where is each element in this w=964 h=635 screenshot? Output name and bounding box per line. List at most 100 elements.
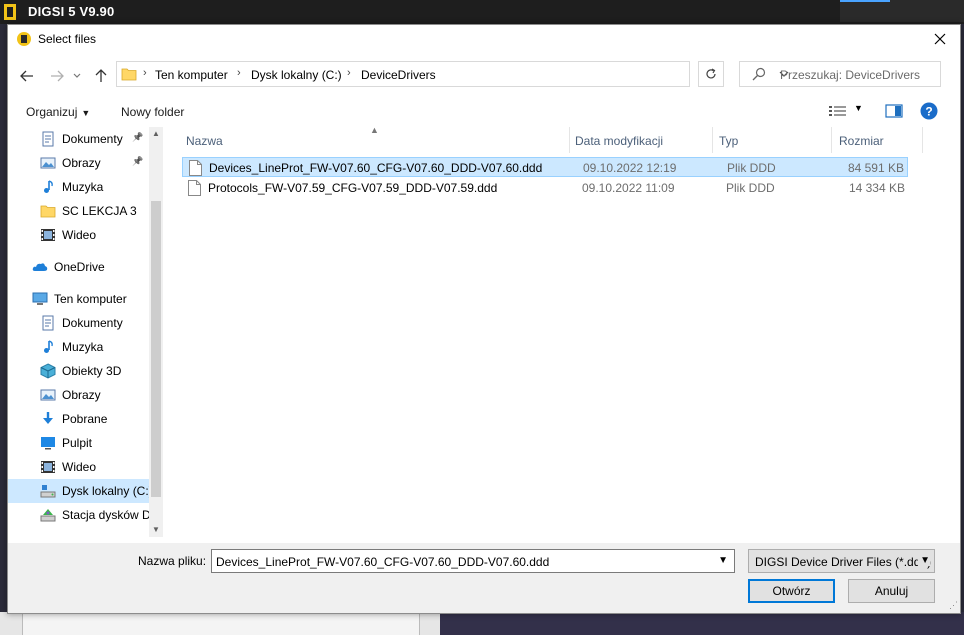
navigation-scrollbar[interactable]: ▲ ▼ [149, 127, 163, 537]
file-row[interactable]: Protocols_FW-V07.59_CFG-V07.59_DDD-V07.5… [182, 178, 908, 198]
column-divider[interactable] [922, 127, 923, 153]
chevron-down-icon: ▼ [918, 555, 930, 566]
help-icon[interactable]: ? [920, 102, 938, 120]
sidebar-item[interactable]: Dokumenty 📌 [8, 127, 149, 151]
column-header-type[interactable]: Typ [713, 127, 831, 153]
sidebar-item[interactable]: Pobrane [8, 407, 149, 431]
breadcrumb-local-disk[interactable]: Dysk lokalny (C:) [251, 68, 342, 82]
sidebar-item[interactable]: Pulpit [8, 431, 149, 455]
sidebar-item-label: Pulpit [62, 436, 93, 450]
scroll-down-icon[interactable]: ▼ [152, 525, 160, 534]
file-type-select[interactable]: DIGSI Device Driver Files (*.ddd) ▼ [748, 549, 935, 573]
organize-menu-button[interactable]: Organizuj ▼ [26, 105, 90, 119]
sidebar-item[interactable]: Wideo [8, 223, 149, 247]
sidebar-item[interactable]: Stacja dysków DVD [8, 503, 149, 527]
sidebar-item[interactable]: Muzyka [8, 175, 149, 199]
folder-icon [121, 68, 137, 81]
sidebar-item-label: Dokumenty [62, 316, 123, 330]
arrow-left-icon [20, 70, 33, 82]
preview-pane-icon[interactable] [885, 103, 903, 119]
sidebar-item-label: OneDrive [54, 260, 105, 274]
up-button[interactable] [90, 65, 112, 87]
chevron-down-icon [73, 73, 81, 78]
open-button[interactable]: Otwórz [748, 579, 835, 603]
column-type-label: Typ [719, 134, 739, 148]
folder-icon [40, 205, 56, 218]
computer-icon [32, 292, 48, 305]
background-window [0, 612, 964, 635]
breadcrumb-separator: › [347, 67, 351, 79]
sidebar-item-label: Wideo [62, 460, 97, 474]
sidebar-item-label: Obrazy [62, 156, 101, 170]
file-type-value: DIGSI Device Driver Files (*.ddd) [755, 555, 932, 569]
file-name: Protocols_FW-V07.59_CFG-V07.59_DDD-V07.5… [208, 181, 498, 195]
sidebar-item[interactable]: SC LEKCJA 3 [8, 199, 149, 223]
column-header-modified[interactable]: Data modyfikacji [570, 127, 712, 153]
pictures-icon [40, 389, 56, 401]
close-icon [934, 33, 946, 45]
dialog-footer: Nazwa pliku: Devices_LineProt_FW-V07.60_… [8, 543, 960, 613]
chevron-down-icon[interactable]: ▼ [718, 555, 728, 566]
arrow-right-icon [51, 70, 64, 82]
filename-input[interactable]: Devices_LineProt_FW-V07.60_CFG-V07.60_DD… [211, 549, 735, 573]
sidebar-item[interactable]: OneDrive [8, 255, 149, 279]
sidebar-item[interactable]: Obrazy [8, 383, 149, 407]
resize-grip-icon[interactable]: ⋰ [949, 600, 958, 611]
sidebar-item[interactable]: Obrazy 📌 [8, 151, 149, 175]
new-folder-button[interactable]: Nowy folder [121, 105, 184, 119]
column-header-size[interactable]: Rozmiar [832, 127, 922, 153]
file-modified: 09.10.2022 11:09 [582, 181, 675, 195]
filename-value: Devices_LineProt_FW-V07.60_CFG-V07.60_DD… [216, 555, 550, 569]
breadcrumb-this-pc[interactable]: Ten komputer [155, 68, 228, 82]
scrollbar-thumb[interactable] [151, 201, 161, 497]
sidebar-item-label: Muzyka [62, 340, 104, 354]
music-icon [44, 340, 53, 353]
sidebar-item[interactable]: Wideo [8, 455, 149, 479]
breadcrumb-separator: › [143, 67, 147, 79]
file-type: Plik DDD [727, 161, 776, 175]
file-modified: 09.10.2022 12:19 [583, 161, 677, 175]
sidebar-item-label: Wideo [62, 228, 97, 242]
view-dropdown-icon[interactable]: ▼ [854, 103, 863, 113]
sidebar-item[interactable]: Dokumenty [8, 311, 149, 335]
search-placeholder: Przeszukaj: DeviceDrivers [780, 68, 921, 82]
column-name-label: Nazwa [186, 134, 223, 148]
svg-text:?: ? [925, 105, 932, 119]
command-toolbar: Organizuj ▼ Nowy folder ▼ ? [8, 97, 960, 125]
search-icon [752, 67, 766, 81]
dvd-drive-icon [40, 509, 56, 522]
navigation-pane: Dokumenty 📌 Obrazy 📌 Muzyka SC LEKCJA 3 Wideo O… [8, 127, 163, 537]
search-box[interactable]: Przeszukaj: DeviceDrivers [739, 61, 941, 87]
sidebar-item-label: Obrazy [62, 388, 101, 402]
scroll-up-icon[interactable]: ▲ [152, 129, 160, 138]
file-row[interactable]: Devices_LineProt_FW-V07.60_CFG-V07.60_DD… [182, 157, 908, 177]
back-button[interactable] [16, 65, 38, 87]
column-header-name[interactable]: Nazwa [176, 127, 569, 153]
digsi-app-icon [17, 32, 31, 46]
video-icon [41, 229, 55, 241]
navigation-bar: › Ten komputer › Dysk lokalny (C:) › Dev… [8, 59, 960, 91]
column-modified-label: Data modyfikacji [575, 134, 664, 148]
digsi-logo-icon [4, 4, 16, 20]
sidebar-item[interactable]: Muzyka [8, 335, 149, 359]
sidebar-item-label: Obiekty 3D [62, 364, 122, 378]
sidebar-item[interactable]: Ten komputer [8, 287, 149, 311]
sidebar-item[interactable]: Obiekty 3D [8, 359, 149, 383]
file-size: 14 334 KB [848, 181, 905, 195]
sidebar-item-label: Dokumenty [62, 132, 123, 146]
address-bar[interactable]: › Ten komputer › Dysk lokalny (C:) › Dev… [116, 61, 789, 87]
column-size-label: Rozmiar [839, 134, 884, 148]
pin-icon: 📌 [132, 156, 144, 166]
pin-icon: 📌 [132, 132, 144, 142]
view-options-icon[interactable] [828, 103, 848, 119]
refresh-button[interactable] [698, 61, 724, 87]
forward-button[interactable] [46, 65, 68, 87]
recent-locations-button[interactable] [70, 65, 84, 87]
sidebar-item-label: Stacja dysków DVD [62, 508, 149, 522]
sidebar-item[interactable]: Dysk lokalny (C:) [8, 479, 149, 503]
close-button[interactable] [926, 27, 954, 51]
cancel-button[interactable]: Anuluj [848, 579, 935, 603]
sidebar-item-label: Muzyka [62, 180, 104, 194]
breadcrumb-devicedrivers[interactable]: DeviceDrivers [361, 68, 436, 82]
file-list: ▲ Nazwa Data modyfikacji Typ Rozmiar Dev… [176, 125, 952, 537]
